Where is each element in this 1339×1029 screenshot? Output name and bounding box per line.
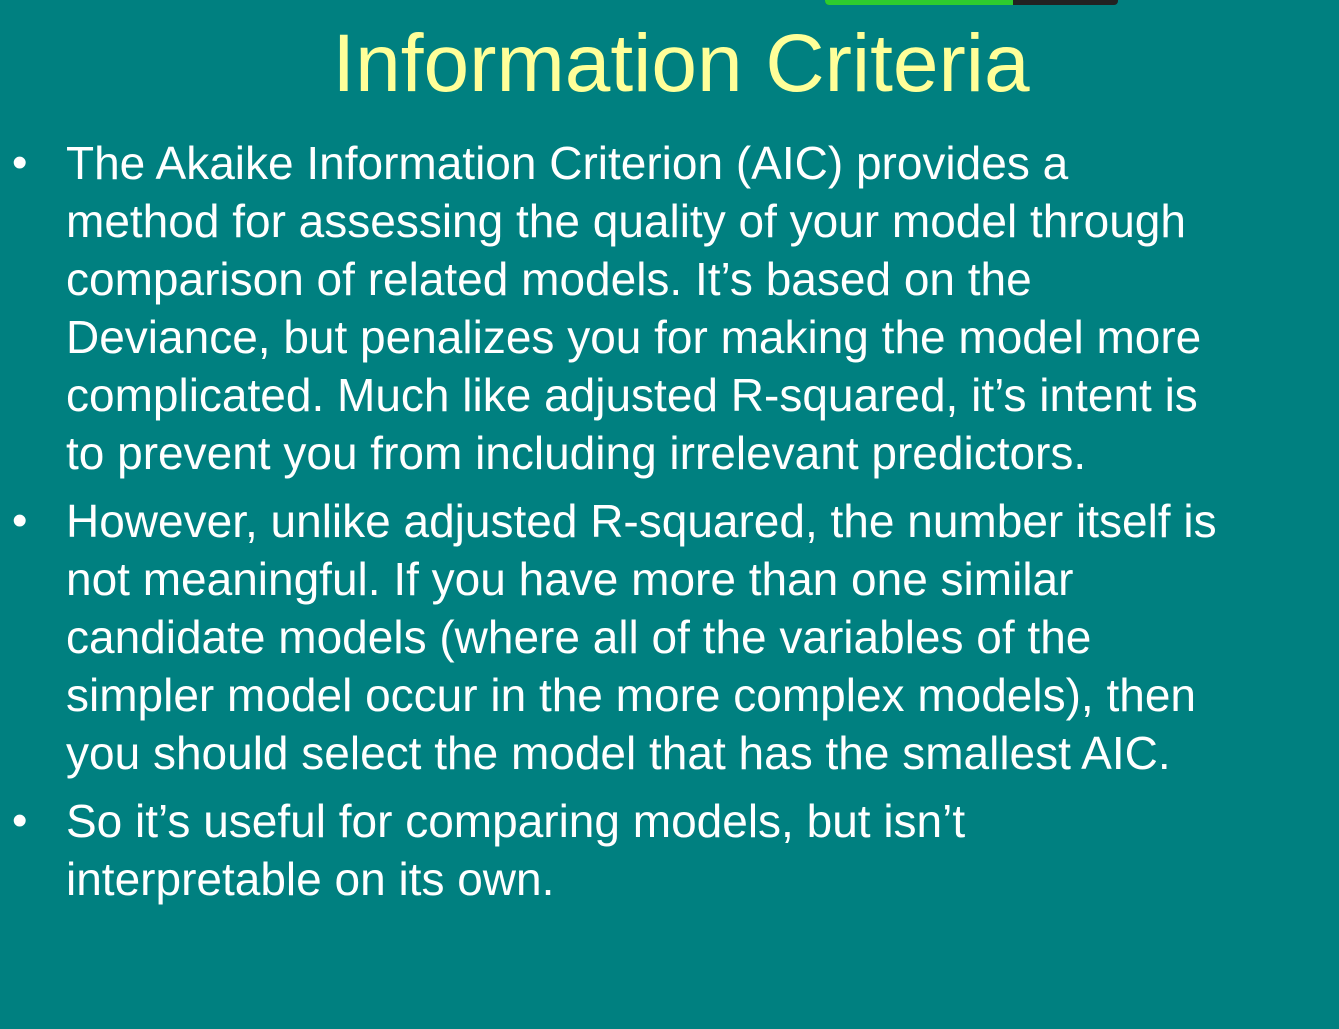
bullet-dot-icon: • <box>12 138 28 187</box>
bullet-item-aic-definition: • The Akaike Information Criterion (AIC)… <box>0 134 1339 482</box>
bullet-item-aic-usage: • So it’s useful for comparing models, b… <box>0 792 1339 908</box>
bullet-text: However, unlike adjusted R-squared, the … <box>66 495 1217 779</box>
slide-progress-fill <box>825 0 1013 5</box>
slide-progress-bar <box>825 0 1118 5</box>
slide-title: Information Criteria <box>332 18 1030 109</box>
bullet-text: So it’s useful for comparing models, but… <box>66 795 966 905</box>
bullet-dot-icon: • <box>12 496 28 545</box>
bullet-text: The Akaike Information Criterion (AIC) p… <box>66 137 1202 479</box>
bullet-dot-icon: • <box>12 796 28 845</box>
bullet-item-aic-meaning: • However, unlike adjusted R-squared, th… <box>0 492 1339 782</box>
bullet-list: • The Akaike Information Criterion (AIC)… <box>0 134 1339 918</box>
